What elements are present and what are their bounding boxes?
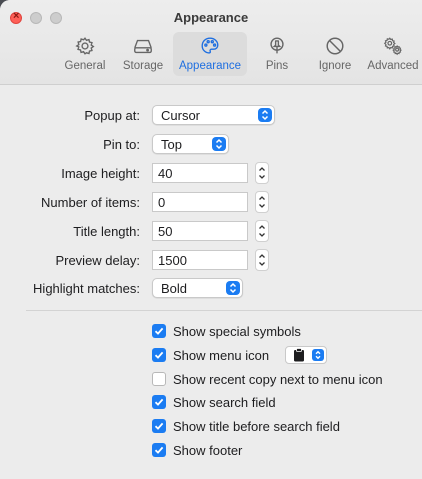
- checkbox-checked: [152, 324, 166, 338]
- show-title-before-search-checkbox[interactable]: Show title before search field: [152, 416, 340, 436]
- title-length-row: Title length: 50: [0, 220, 422, 244]
- show-special-symbols-label: Show special symbols: [173, 323, 301, 339]
- tab-general-label: General: [64, 60, 106, 72]
- popup-at-select[interactable]: Cursor: [152, 105, 275, 125]
- tab-pins-label: Pins: [265, 60, 289, 72]
- window-title: Appearance: [173, 10, 249, 25]
- prohibit-icon: [326, 37, 344, 55]
- number-of-items-row: Number of items: 0: [0, 191, 422, 215]
- show-menu-icon-checkbox[interactable]: Show menu icon: [152, 345, 269, 365]
- pin-icon: [270, 37, 284, 54]
- tab-ignore[interactable]: Ignore: [307, 32, 363, 76]
- tab-advanced-label: Advanced: [367, 60, 419, 72]
- preview-delay-stepper[interactable]: [255, 249, 269, 271]
- tab-appearance-label: Appearance: [178, 60, 242, 72]
- show-recent-copy-checkbox[interactable]: Show recent copy next to menu icon: [152, 369, 383, 389]
- appearance-settings: Popup at: Cursor Pin to: Top Image heigh…: [0, 85, 422, 479]
- checkbox-checked: [152, 395, 166, 409]
- highlight-matches-label: Highlight matches:: [33, 281, 140, 296]
- show-footer-label: Show footer: [173, 442, 243, 458]
- chevron-updown-icon: [312, 349, 324, 361]
- pin-to-row: Pin to: Top: [0, 133, 422, 157]
- image-height-row: Image height: 40: [0, 162, 422, 186]
- number-of-items-input[interactable]: 0: [152, 192, 248, 212]
- title-length-input[interactable]: 50: [152, 221, 248, 241]
- checkbox-unchecked: [152, 372, 166, 386]
- number-of-items-stepper[interactable]: [255, 191, 269, 213]
- popup-at-row: Popup at: Cursor: [0, 104, 422, 128]
- checkbox-checked: [152, 443, 166, 457]
- highlight-matches-row: Highlight matches: Bold: [0, 277, 422, 301]
- section-divider: [26, 310, 422, 311]
- title-length-label: Title length:: [73, 224, 140, 239]
- tab-pins[interactable]: Pins: [249, 32, 305, 76]
- image-height-stepper[interactable]: [255, 162, 269, 184]
- popup-at-value: Cursor: [161, 108, 201, 123]
- show-search-field-label: Show search field: [173, 394, 276, 410]
- pin-to-select[interactable]: Top: [152, 134, 229, 154]
- preferences-window: Appearance General Storage: [0, 0, 422, 479]
- gears-icon: [383, 37, 402, 56]
- chevron-updown-icon: [258, 108, 272, 122]
- pin-to-label: Pin to:: [103, 137, 140, 152]
- number-of-items-label: Number of items:: [41, 195, 140, 210]
- preview-delay-row: Preview delay: 1500: [0, 249, 422, 273]
- highlight-matches-value: Bold: [161, 281, 188, 296]
- show-recent-copy-label: Show recent copy next to menu icon: [173, 371, 383, 387]
- show-footer-checkbox[interactable]: Show footer: [152, 440, 242, 460]
- chevron-updown-icon: [212, 137, 226, 151]
- drive-icon: [134, 39, 152, 54]
- tab-general[interactable]: General: [57, 32, 113, 76]
- title-length-stepper[interactable]: [255, 220, 269, 242]
- checkbox-checked: [152, 419, 166, 433]
- preview-delay-input[interactable]: 1500: [152, 250, 248, 270]
- palette-icon: [201, 37, 219, 54]
- show-menu-icon-label: Show menu icon: [173, 347, 270, 363]
- popup-at-label: Popup at:: [84, 108, 140, 123]
- show-search-field-checkbox[interactable]: Show search field: [152, 392, 276, 412]
- tab-advanced[interactable]: Advanced: [365, 32, 421, 76]
- menu-icon-select[interactable]: [285, 346, 327, 364]
- preferences-toolbar: General Storage Appearance Pins Ignore A…: [57, 32, 421, 76]
- highlight-matches-select[interactable]: Bold: [152, 278, 243, 298]
- chevron-updown-icon: [226, 281, 240, 295]
- image-height-input[interactable]: 40: [152, 163, 248, 183]
- gear-icon: [75, 37, 95, 55]
- show-title-before-search-label: Show title before search field: [173, 418, 340, 434]
- checkbox-checked: [152, 348, 166, 362]
- titlebar: Appearance General Storage: [0, 0, 422, 85]
- image-height-label: Image height:: [61, 166, 140, 181]
- tab-appearance[interactable]: Appearance: [173, 32, 247, 76]
- show-special-symbols-checkbox[interactable]: Show special symbols: [152, 321, 301, 341]
- clipboard-icon: [294, 348, 304, 362]
- tab-ignore-label: Ignore: [318, 60, 352, 72]
- pin-to-value: Top: [161, 137, 182, 152]
- tab-storage[interactable]: Storage: [115, 32, 171, 76]
- preview-delay-label: Preview delay:: [55, 253, 140, 268]
- tab-storage-label: Storage: [122, 60, 164, 72]
